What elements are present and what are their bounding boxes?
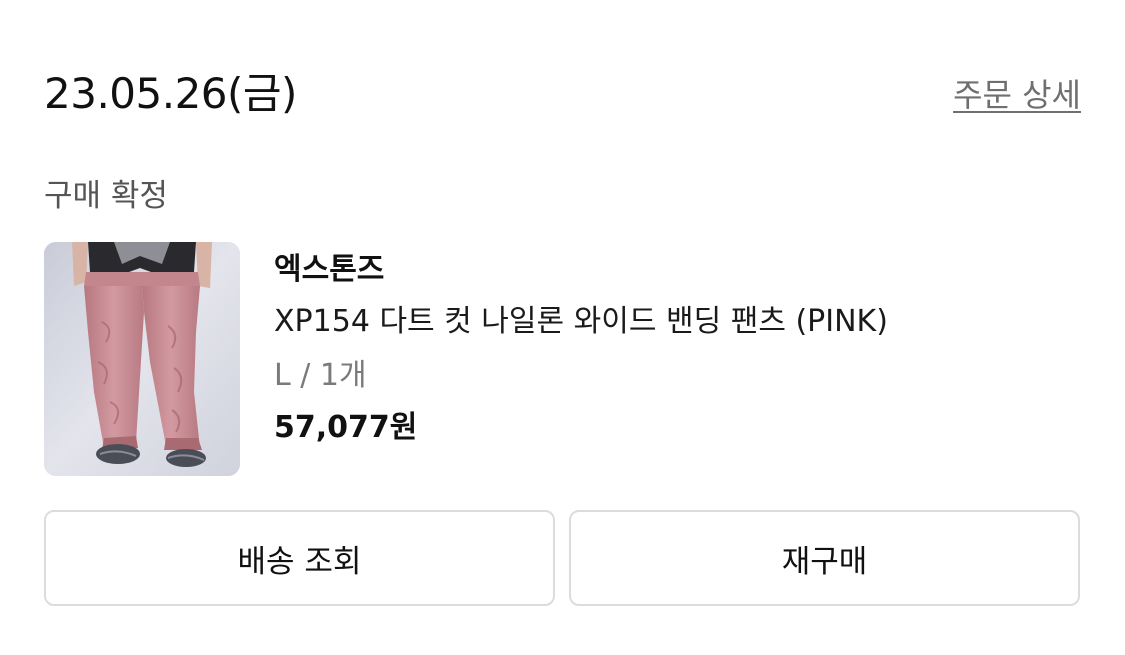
brand-name[interactable]: 엑스톤즈 <box>274 248 1074 292</box>
product-name[interactable]: XP154 다트 컷 나일론 와이드 밴딩 팬츠 (PINK) <box>274 300 1074 344</box>
product-image[interactable] <box>44 242 240 476</box>
product-price: 57,077원 <box>274 410 418 445</box>
order-status: 구매 확정 <box>44 178 168 214</box>
rebuy-button[interactable]: 재구매 <box>569 510 1080 606</box>
order-detail-link[interactable]: 주문 상세 <box>953 73 1081 117</box>
track-delivery-button[interactable]: 배송 조회 <box>44 510 555 606</box>
order-date: 23.05.26(금) <box>44 69 297 118</box>
product-photo-illustration <box>44 242 240 476</box>
product-option: L / 1개 <box>274 358 367 393</box>
product-info: 엑스톤즈 XP154 다트 컷 나일론 와이드 밴딩 팬츠 (PINK) L /… <box>274 248 1074 450</box>
order-card: 23.05.26(금) 주문 상세 구매 확정 엑스톤즈 XP154 다트 컷 … <box>0 0 1125 655</box>
